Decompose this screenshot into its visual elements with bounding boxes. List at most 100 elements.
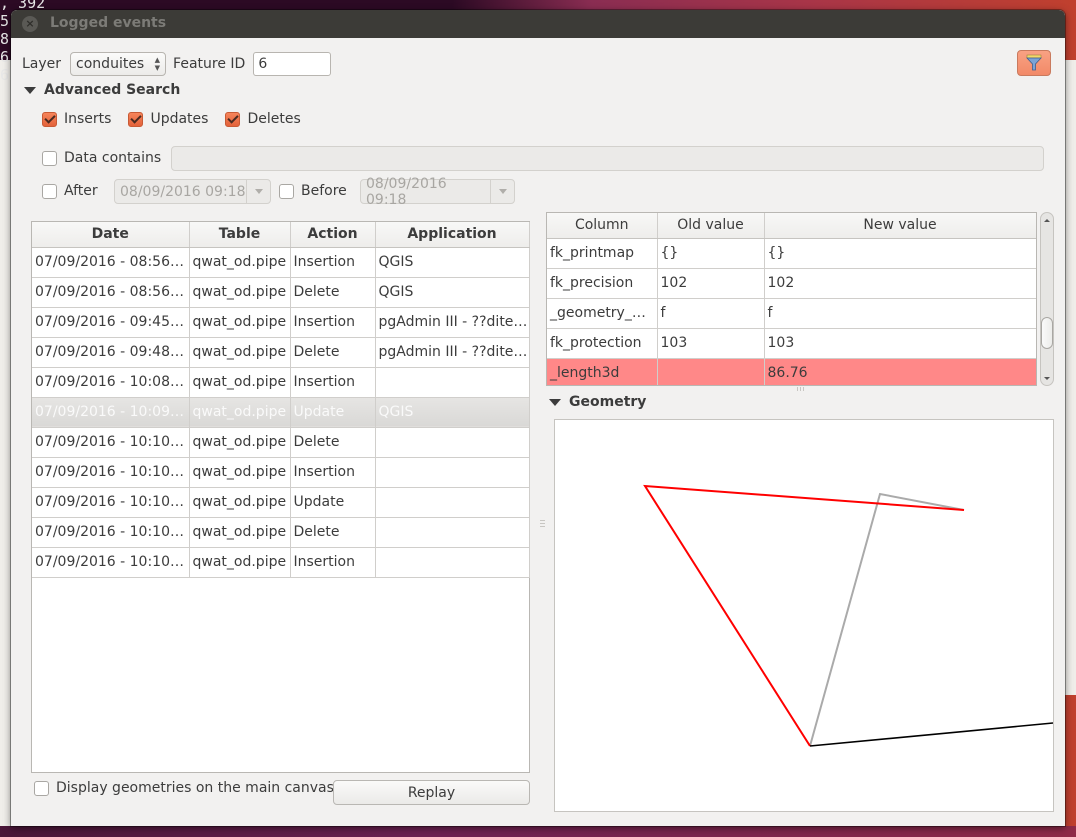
display-geometries-label: Display geometries on the main canvas bbox=[56, 780, 334, 796]
change-row[interactable]: _length3d 86.76 bbox=[547, 358, 1036, 385]
event-row[interactable]: 07/09/2016 - 08:56:00 qwat_od.pipe Inserti… bbox=[32, 247, 530, 278]
new-geometry-line bbox=[643, 484, 965, 747]
data-contains-label: Data contains bbox=[64, 150, 162, 166]
column-header-table[interactable]: Table bbox=[189, 222, 291, 248]
replay-button[interactable]: Replay bbox=[333, 780, 530, 805]
change-old-value-cell: {} bbox=[657, 238, 765, 269]
event-row[interactable]: 07/09/2016 - 08:56:17 qwat_od.pipe Delete Q… bbox=[32, 277, 530, 308]
change-row[interactable]: fk_printmap{}{} bbox=[547, 238, 1036, 269]
close-button[interactable]: × bbox=[22, 16, 38, 32]
event-row[interactable]: 07/09/2016 - 10:10:14 qwat_od.pipe Update bbox=[32, 487, 530, 518]
change-old-value-cell: f bbox=[657, 298, 765, 329]
event-application-cell: QGIS bbox=[375, 397, 530, 428]
event-row[interactable]: 07/09/2016 - 10:08:29 qwat_od.pipe Inserti… bbox=[32, 367, 530, 398]
after-checkbox[interactable]: After bbox=[42, 183, 98, 199]
before-checkbox[interactable]: Before bbox=[279, 183, 347, 199]
updates-checkbox[interactable]: Updates bbox=[128, 111, 208, 127]
layer-label: Layer bbox=[22, 56, 62, 72]
advanced-search-title: Advanced Search bbox=[44, 82, 181, 98]
change-new-value-cell: 103 bbox=[764, 328, 1036, 359]
event-action-cell: Insertion bbox=[290, 307, 376, 338]
event-application-cell: pgAdmin III - ??dite… bbox=[375, 337, 530, 368]
changes-table-scrollbar[interactable] bbox=[1040, 212, 1054, 386]
before-datetime-value: 08/09/2016 09:18 bbox=[366, 175, 447, 208]
dropdown-arrow-icon[interactable] bbox=[246, 180, 270, 203]
event-row[interactable]: 07/09/2016 - 09:45:44 qwat_od.pipe Inserti… bbox=[32, 307, 530, 338]
checkbox-checked-icon bbox=[128, 111, 144, 127]
layer-combobox[interactable]: conduites ▲ ▼ bbox=[70, 52, 167, 76]
checkbox-unchecked-icon bbox=[42, 183, 57, 199]
event-action-cell: Delete bbox=[290, 277, 376, 308]
funnel-icon bbox=[1026, 54, 1042, 71]
changes-table-header: Column Old value New value bbox=[547, 213, 1036, 239]
event-application-cell bbox=[375, 487, 530, 518]
column-header-action[interactable]: Action bbox=[290, 222, 376, 248]
event-date-cell: 07/09/2016 - 09:48:49 bbox=[32, 337, 190, 368]
event-application-cell bbox=[375, 517, 530, 548]
change-row[interactable]: _geometry_… f f bbox=[547, 298, 1036, 329]
column-header-old-value[interactable]: Old value bbox=[657, 213, 765, 239]
scroll-down-arrow-icon[interactable] bbox=[1041, 372, 1053, 384]
event-row[interactable]: 07/09/2016 - 10:10:32 qwat_od.pipe Inserti… bbox=[32, 547, 530, 578]
change-column-cell: fk_protection bbox=[547, 328, 658, 359]
display-geometries-checkbox[interactable]: Display geometries on the main canvas bbox=[34, 780, 334, 796]
deletes-label: Deletes bbox=[247, 111, 301, 127]
event-application-cell bbox=[375, 547, 530, 578]
change-column-cell: _length3d bbox=[547, 358, 658, 385]
feature-id-input[interactable]: 6 bbox=[253, 52, 332, 76]
inserts-checkbox[interactable]: Inserts bbox=[42, 111, 111, 127]
event-date-cell: 07/09/2016 - 10:08:29 bbox=[32, 367, 190, 398]
event-row[interactable]: 07/09/2016 - 10:10:00 qwat_od.pipe Delete bbox=[32, 427, 530, 458]
spin-arrows-icon: ▲ ▼ bbox=[154, 56, 161, 72]
scrollbar-thumb[interactable] bbox=[1041, 317, 1053, 349]
data-contains-input[interactable] bbox=[171, 146, 1044, 171]
event-date-cell: 07/09/2016 - 10:10:32 bbox=[32, 547, 190, 578]
advanced-search-toggle[interactable]: Advanced Search bbox=[24, 82, 180, 98]
event-action-cell: Delete bbox=[290, 427, 376, 458]
event-action-cell: Delete bbox=[290, 517, 376, 548]
column-header-date[interactable]: Date bbox=[32, 222, 190, 248]
column-header-new-value[interactable]: New value bbox=[764, 213, 1036, 239]
event-row[interactable]: 07/09/2016 - 09:48:49 qwat_od.pipe Delete p… bbox=[32, 337, 530, 368]
collapse-triangle-icon bbox=[24, 86, 36, 94]
event-action-cell: Insertion bbox=[290, 247, 376, 278]
event-action-cell: Delete bbox=[290, 337, 376, 368]
event-table-cell: qwat_od.pipe bbox=[189, 457, 291, 488]
geometry-toggle[interactable]: Geometry bbox=[549, 394, 646, 410]
column-header-application[interactable]: Application bbox=[375, 222, 530, 248]
event-table-cell: qwat_od.pipe bbox=[189, 427, 291, 458]
deletes-checkbox[interactable]: Deletes bbox=[225, 111, 301, 127]
event-date-cell: 07/09/2016 - 10:10:30 bbox=[32, 517, 190, 548]
event-date-cell: 07/09/2016 - 10:10:00 bbox=[32, 427, 190, 458]
event-table-cell: qwat_od.pipe bbox=[189, 517, 291, 548]
scroll-up-arrow-icon[interactable] bbox=[1041, 214, 1053, 226]
after-datetime-input[interactable]: 08/09/2016 09:18 bbox=[114, 179, 271, 204]
dropdown-arrow-icon[interactable] bbox=[490, 180, 514, 203]
changes-table[interactable]: Column Old value New value fk_printmap{}… bbox=[546, 212, 1037, 386]
events-table[interactable]: Date Table Action Application 07/09/2016… bbox=[31, 221, 530, 773]
column-header-column[interactable]: Column bbox=[547, 213, 658, 239]
event-date-cell: 07/09/2016 - 10:10:07 bbox=[32, 457, 190, 488]
window-title: Logged events bbox=[50, 15, 167, 31]
change-row[interactable]: fk_protection 103 103 bbox=[547, 328, 1036, 359]
data-contains-checkbox[interactable]: Data contains bbox=[42, 150, 161, 166]
change-old-value-cell: 103 bbox=[657, 328, 765, 359]
vertical-splitter-handle[interactable] bbox=[534, 513, 550, 533]
before-datetime-input[interactable]: 08/09/2016 09:18 bbox=[360, 176, 515, 208]
event-application-cell bbox=[375, 367, 530, 398]
event-row[interactable]: 07/09/2016 - 10:10:07 qwat_od.pipe Inserti… bbox=[32, 457, 530, 488]
event-application-cell bbox=[375, 427, 530, 458]
horizontal-splitter-handle[interactable] bbox=[797, 387, 804, 391]
event-row[interactable]: 07/09/2016 - 10:09:48 qwat_od.pipe Update Q… bbox=[32, 397, 530, 428]
before-label: Before bbox=[301, 183, 347, 199]
change-row[interactable]: fk_precision 102 102 bbox=[547, 268, 1036, 299]
geometry-canvas[interactable] bbox=[554, 419, 1054, 812]
filter-row: Layer conduites ▲ ▼ Feature ID 6 bbox=[22, 52, 332, 76]
after-datetime-value: 08/09/2016 09:18 bbox=[120, 183, 246, 200]
event-action-cell: Insertion bbox=[290, 457, 376, 488]
filter-button[interactable] bbox=[1017, 50, 1051, 76]
change-new-value-cell: 86.76 bbox=[764, 358, 1036, 385]
event-row[interactable]: 07/09/2016 - 10:10:30 qwat_od.pipe Delete bbox=[32, 517, 530, 548]
change-new-value-cell: 102 bbox=[764, 268, 1036, 299]
event-table-cell: qwat_od.pipe bbox=[189, 397, 291, 428]
